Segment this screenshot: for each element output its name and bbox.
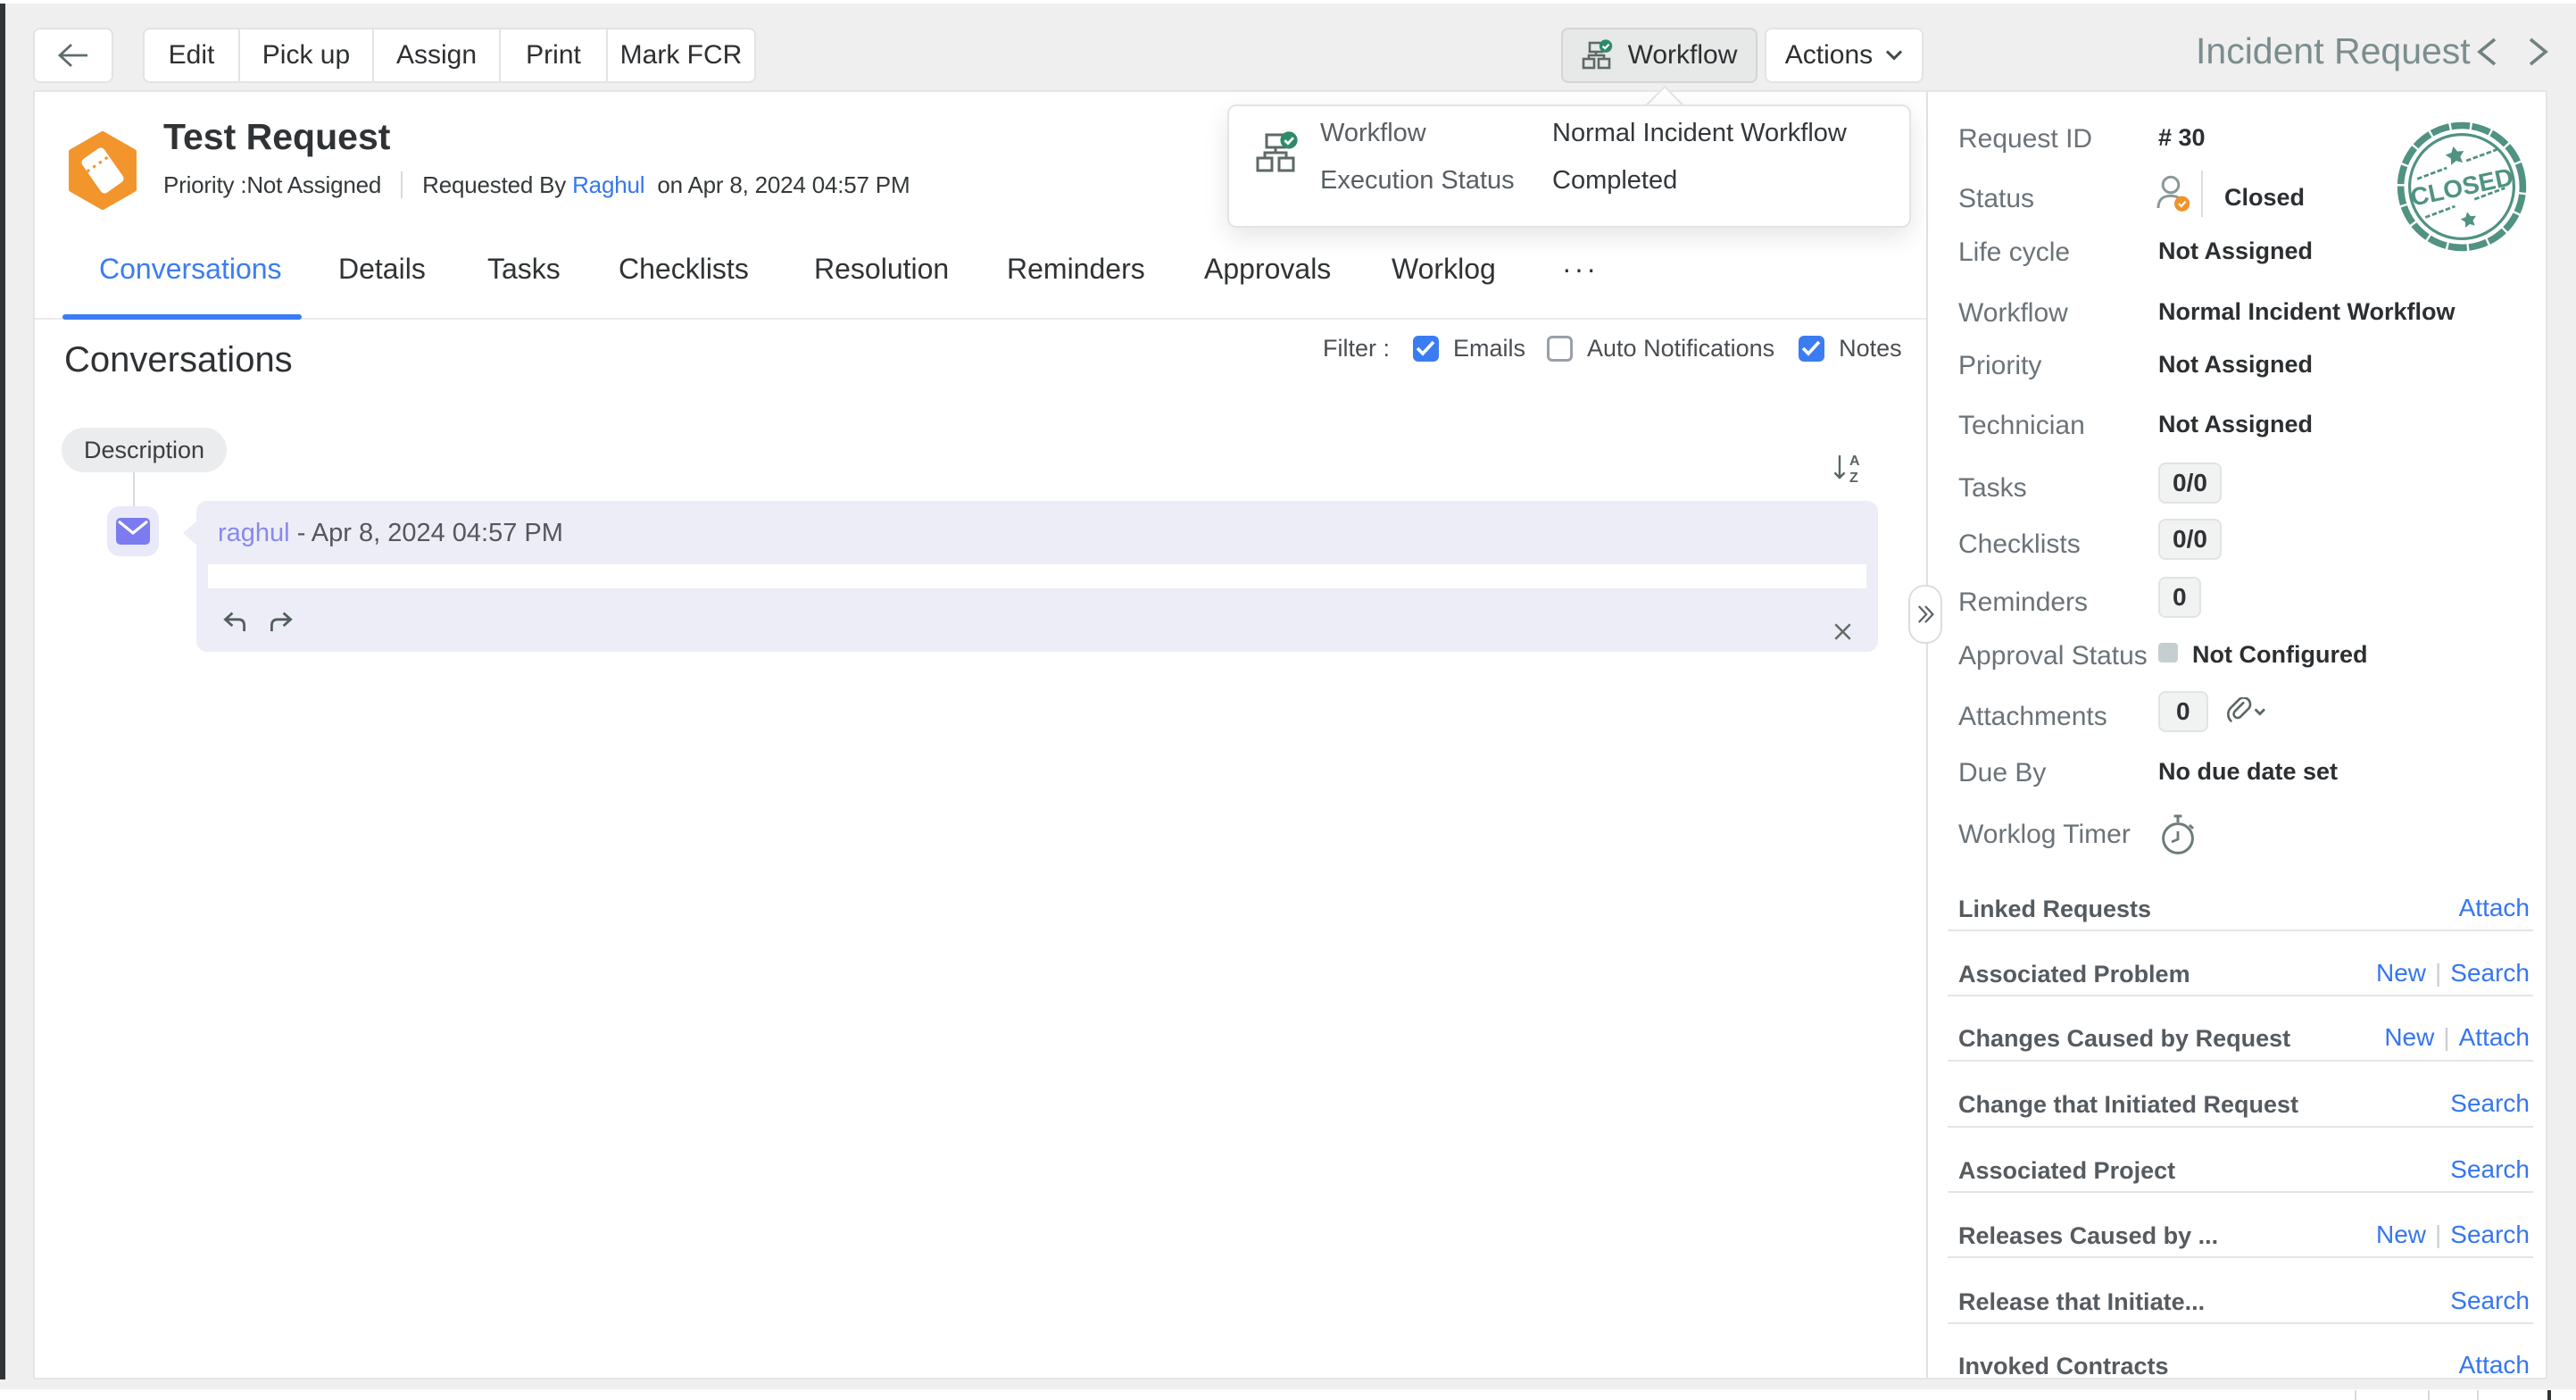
svg-text:Z: Z	[1849, 471, 1858, 483]
svg-text:CLOSED: CLOSED	[2408, 162, 2516, 212]
svg-text:A: A	[1849, 454, 1860, 469]
